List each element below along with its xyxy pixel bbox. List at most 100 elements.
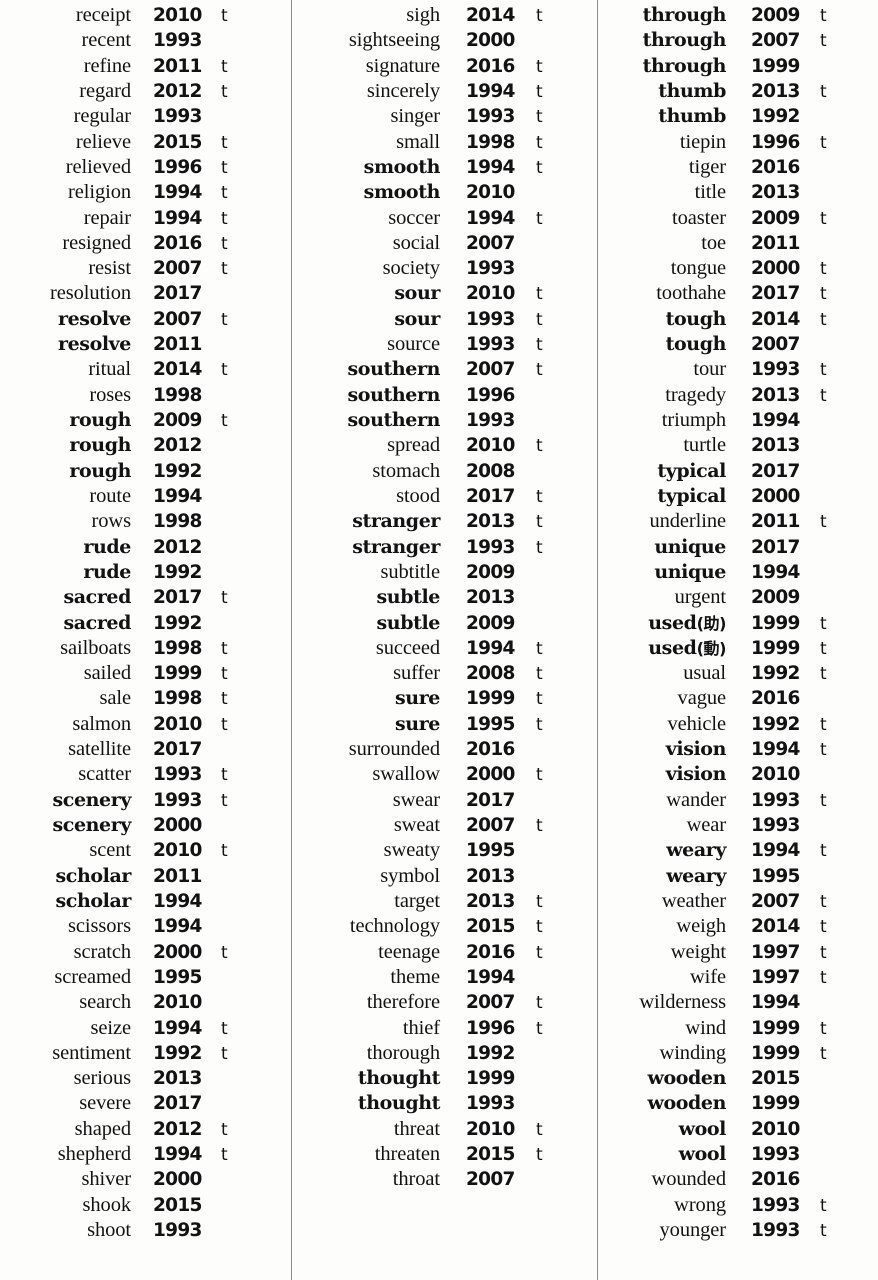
entry-word: used(動) bbox=[648, 636, 726, 659]
entry-word: scratch bbox=[73, 940, 131, 963]
entry-word: singer bbox=[390, 105, 441, 128]
index-entry: relieved 1996 t bbox=[0, 155, 291, 180]
entry-year: 1993 bbox=[466, 334, 515, 356]
index-entry: southern 1993 bbox=[292, 408, 597, 433]
entry-word: weather bbox=[661, 889, 726, 912]
index-entry: spread 2010 t bbox=[292, 433, 597, 458]
index-entry: regular 1993 bbox=[0, 104, 291, 129]
entry-year: 1993 bbox=[751, 789, 800, 811]
index-entry: repair 1994 t bbox=[0, 206, 291, 231]
entry-marker: t bbox=[536, 765, 543, 786]
entry-marker: t bbox=[536, 284, 543, 305]
entry-marker: t bbox=[820, 309, 827, 330]
entry-marker: t bbox=[536, 512, 543, 533]
index-entry: sailed 1999 t bbox=[0, 661, 291, 686]
index-entry: used(動) 1999 t bbox=[598, 636, 878, 661]
entry-word: target bbox=[394, 889, 440, 912]
index-entry: wooden 2015 bbox=[598, 1066, 878, 1091]
entry-year: 1999 bbox=[751, 612, 800, 634]
entry-year: 2013 bbox=[751, 435, 800, 457]
index-entry: smooth 2010 bbox=[292, 180, 597, 205]
index-entry: thumb 2013 t bbox=[598, 79, 878, 104]
index-entry: toothahe 2017 t bbox=[598, 281, 878, 306]
index-entry: swear 2017 bbox=[292, 788, 597, 813]
entry-marker: t bbox=[536, 208, 543, 229]
entry-year: 2007 bbox=[466, 232, 515, 254]
entry-marker: t bbox=[536, 917, 543, 938]
entry-marker: t bbox=[221, 942, 228, 963]
index-entry: regard 2012 t bbox=[0, 79, 291, 104]
entry-word: soccer bbox=[388, 206, 440, 229]
entry-marker: t bbox=[221, 790, 228, 811]
index-entry: vision 1994 t bbox=[598, 737, 878, 762]
entry-word: younger bbox=[659, 1219, 727, 1241]
entry-year: 1994 bbox=[751, 739, 800, 761]
entry-year: 2007 bbox=[751, 890, 800, 912]
entry-year: 1993 bbox=[751, 1194, 800, 1216]
entry-marker: t bbox=[536, 689, 543, 710]
index-entry: shoot 1993 bbox=[0, 1218, 291, 1243]
entry-year: 1994 bbox=[751, 992, 800, 1014]
index-entry: rude 2012 bbox=[0, 535, 291, 560]
entry-word: therefore bbox=[366, 991, 440, 1014]
entry-word: recent bbox=[81, 29, 132, 52]
index-entry: tour 1993 t bbox=[598, 357, 878, 382]
index-entry: smooth 1994 t bbox=[292, 155, 597, 180]
index-entry: urgent 2009 bbox=[598, 585, 878, 610]
entry-marker: t bbox=[221, 1043, 228, 1064]
entry-word: tour bbox=[693, 358, 726, 381]
entry-year: 1993 bbox=[466, 308, 515, 330]
entry-year: 2013 bbox=[751, 384, 800, 406]
entry-word: vague bbox=[677, 687, 727, 710]
entry-year: 1993 bbox=[466, 106, 515, 128]
index-entry: thought 1993 bbox=[292, 1091, 597, 1116]
entry-word: screamed bbox=[54, 965, 131, 988]
entry-word: southern bbox=[347, 409, 441, 431]
entry-marker: t bbox=[221, 360, 228, 381]
entry-word: small bbox=[396, 130, 440, 153]
entry-year: 2009 bbox=[466, 612, 515, 634]
entry-year: 2013 bbox=[466, 890, 515, 912]
entry-word: swallow bbox=[372, 763, 440, 786]
entry-word: vehicle bbox=[667, 712, 727, 735]
entry-word: wounded bbox=[651, 1168, 727, 1191]
entry-year: 2010 bbox=[466, 182, 515, 204]
entry-marker: t bbox=[820, 6, 827, 26]
index-entry: teenage 2016 t bbox=[292, 940, 597, 965]
entry-word: shook bbox=[82, 1193, 132, 1216]
index-entry: succeed 1994 t bbox=[292, 636, 597, 661]
index-entry: therefore 2007 t bbox=[292, 990, 597, 1015]
entry-year: 1999 bbox=[751, 55, 800, 77]
entry-marker: t bbox=[820, 740, 827, 761]
entry-year: 2013 bbox=[466, 587, 515, 609]
entry-year: 2017 bbox=[466, 485, 515, 507]
entry-year: 2016 bbox=[751, 688, 800, 710]
entry-year: 2017 bbox=[153, 1093, 202, 1115]
entry-marker: t bbox=[221, 689, 228, 710]
index-entry: scenery 1993 t bbox=[0, 788, 291, 813]
entry-year: 1994 bbox=[153, 890, 202, 912]
entry-year: 2009 bbox=[751, 5, 800, 26]
entry-marker: t bbox=[536, 335, 543, 356]
entry-year: 2017 bbox=[751, 460, 800, 482]
index-entry: typical 2000 bbox=[598, 484, 878, 509]
entry-year: 2013 bbox=[153, 1068, 202, 1090]
index-entry: singer 1993 t bbox=[292, 104, 597, 129]
entry-word: scatter bbox=[78, 763, 131, 786]
entry-word: stranger bbox=[352, 535, 440, 558]
index-entry: vision 2010 bbox=[598, 762, 878, 787]
entry-year: 1994 bbox=[466, 966, 515, 988]
entry-year: 2011 bbox=[751, 232, 800, 254]
entry-marker: t bbox=[820, 284, 827, 305]
entry-word: serious bbox=[73, 1067, 131, 1090]
entry-year: 2007 bbox=[153, 258, 202, 280]
entry-year: 2015 bbox=[751, 1068, 800, 1090]
index-entry: satellite 2017 bbox=[0, 737, 291, 762]
entry-year: 2010 bbox=[153, 713, 202, 735]
entry-marker: t bbox=[820, 613, 827, 634]
entry-word: scholar bbox=[55, 864, 132, 887]
entry-year: 1993 bbox=[153, 789, 202, 811]
entry-marker: t bbox=[820, 942, 827, 963]
entry-year: 2010 bbox=[153, 992, 202, 1014]
entry-year: 1994 bbox=[153, 182, 202, 204]
